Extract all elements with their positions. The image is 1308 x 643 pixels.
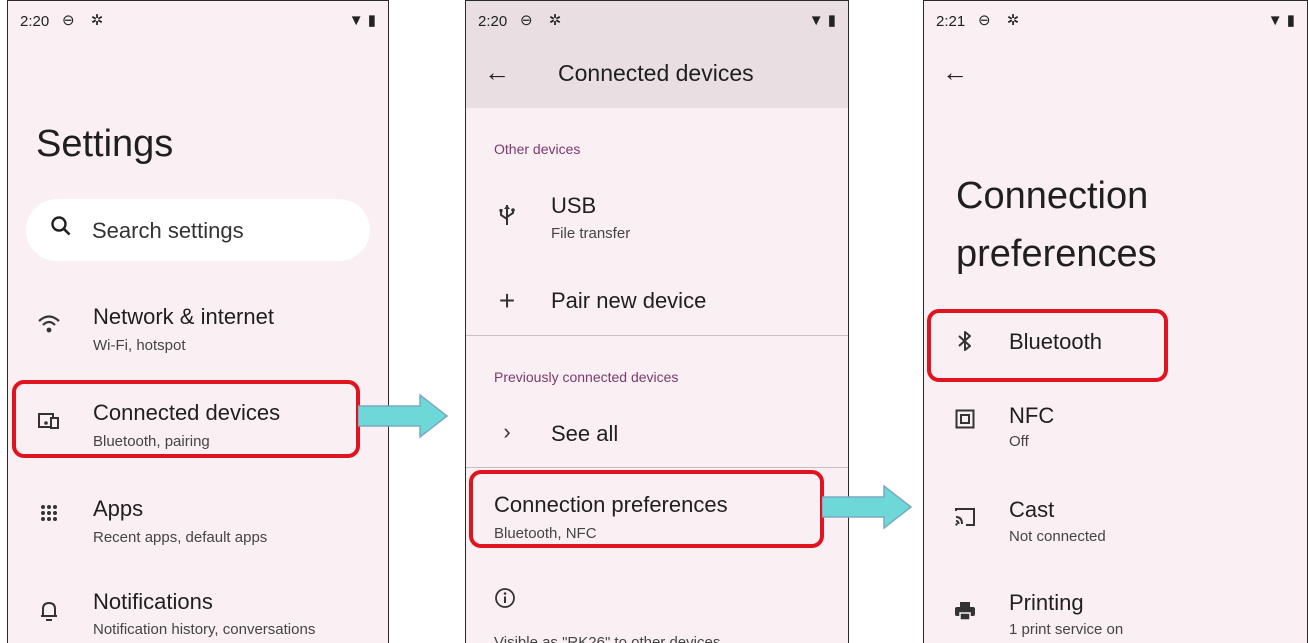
item-subtitle: Not connected (1009, 528, 1106, 545)
visibility-text: Visible as "RK26" to other devices (494, 634, 721, 643)
status-time: 2:20 (20, 13, 50, 30)
nfc-icon (950, 409, 980, 435)
item-subtitle: Notification history, conversations (93, 621, 316, 638)
status-icons: ⊖ ✲ (520, 12, 568, 29)
item-subtitle: Wi-Fi, hotspot (93, 337, 186, 354)
status-time: 2:21 (936, 13, 966, 30)
status-time: 2:20 (478, 13, 508, 30)
highlight-bluetooth (927, 309, 1168, 382)
highlight-connected-devices (12, 380, 360, 458)
item-subtitle: 1 print service on (1009, 621, 1124, 638)
pref-item-cast[interactable]: Cast Not connected (924, 495, 1307, 555)
top-app-bar: ← Connected devices (466, 41, 848, 108)
item-title: USB (551, 193, 597, 218)
status-wifi-battery-icon: ▼ ▮ (1267, 12, 1295, 29)
item-title: Network & internet (93, 304, 274, 329)
appbar-title: Connected devices (558, 60, 754, 86)
arrow-right-icon (358, 393, 449, 439)
device-item-usb[interactable]: USB File transfer (466, 191, 848, 251)
plus-icon: + (498, 285, 516, 316)
printer-icon (950, 601, 980, 627)
item-subtitle: Recent apps, default apps (93, 529, 268, 546)
divider (466, 335, 848, 336)
pref-item-nfc[interactable]: NFC Off (924, 401, 1307, 461)
page-title: Settings (36, 123, 174, 165)
cast-icon (950, 507, 980, 533)
settings-item-apps[interactable]: Apps Recent apps, default apps (8, 493, 388, 553)
pref-item-printing[interactable]: Printing 1 print service on (924, 589, 1307, 643)
usb-icon (492, 203, 522, 233)
search-icon (50, 215, 72, 243)
item-title: Printing (1009, 590, 1084, 615)
section-header-other: Other devices (494, 141, 581, 157)
status-wifi-battery-icon: ▼ ▮ (808, 12, 836, 29)
page-title-line2: preferences (956, 233, 1157, 275)
page-title-line1: Connection (956, 175, 1149, 217)
item-title: Cast (1009, 497, 1055, 522)
back-arrow-icon[interactable]: ← (942, 57, 968, 88)
status-icons: ⊖ ✲ (62, 12, 110, 29)
info-icon (494, 587, 516, 614)
item-title: See all (551, 421, 619, 446)
item-title: Apps (93, 496, 144, 521)
settings-item-network[interactable]: Network & internet Wi-Fi, hotspot (8, 301, 388, 361)
highlight-connection-preferences (469, 470, 824, 548)
item-title: NFC (1009, 403, 1055, 428)
status-icons: ⊖ ✲ (978, 12, 1026, 29)
pair-new-device-item[interactable]: + Pair new device (466, 281, 848, 341)
top-app-bar: ← (924, 41, 1307, 108)
item-title: Notifications (93, 589, 213, 614)
settings-item-notifications[interactable]: Notifications Notification history, conv… (8, 588, 388, 643)
section-header-previous: Previously connected devices (494, 369, 679, 385)
status-bar: 2:21 ⊖ ✲ ▼ ▮ (924, 1, 1307, 41)
wifi-icon (34, 313, 64, 341)
status-bar: 2:20 ⊖ ✲ ▼ ▮ (8, 1, 388, 41)
divider (466, 467, 848, 468)
status-wifi-battery-icon: ▼ ▮ (348, 12, 376, 29)
bell-icon (34, 600, 64, 628)
see-all-item[interactable]: › See all (466, 413, 848, 473)
apps-grid-icon (34, 503, 64, 523)
item-subtitle: File transfer (551, 225, 631, 242)
back-arrow-icon[interactable]: ← (484, 57, 510, 88)
chevron-right-icon: › (503, 419, 511, 444)
search-placeholder: Search settings (92, 218, 244, 243)
search-settings-bar[interactable]: Search settings (26, 199, 370, 261)
item-title: Pair new device (551, 288, 707, 313)
settings-screen: 2:20 ⊖ ✲ ▼ ▮ Settings Search settings Ne… (7, 0, 389, 643)
status-bar: 2:20 ⊖ ✲ ▼ ▮ (466, 1, 848, 41)
arrow-right-icon (822, 484, 913, 530)
item-subtitle: Off (1009, 433, 1029, 450)
